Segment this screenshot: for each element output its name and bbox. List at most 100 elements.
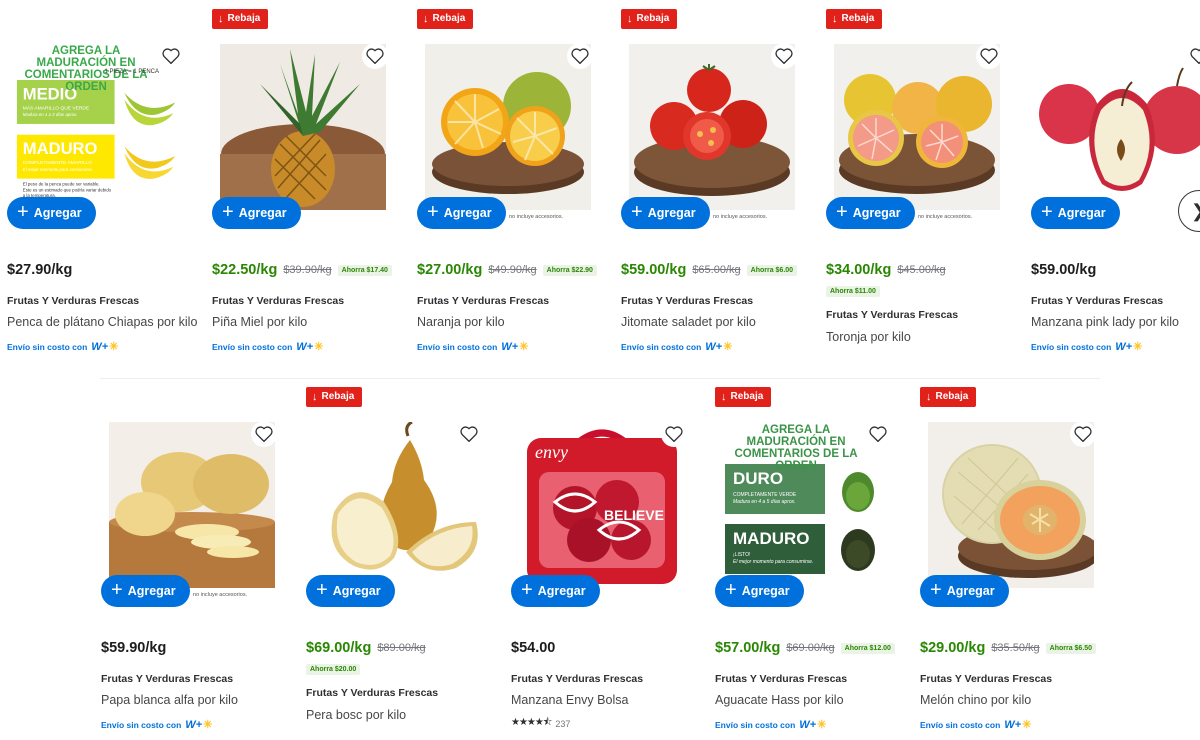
product-name[interactable]: Pera bosc por kilo: [306, 708, 406, 722]
original-price: $65.00/kg: [692, 264, 741, 276]
wp-text: W+: [799, 718, 817, 731]
add-to-cart-button[interactable]: + Agregar: [621, 197, 710, 229]
arrow-down-icon: ↓: [218, 13, 224, 25]
original-price: $45.00/kg: [897, 264, 946, 276]
product-image[interactable]: [220, 44, 386, 210]
product-image[interactable]: [1039, 44, 1200, 210]
add-to-cart-button[interactable]: + Agregar: [826, 197, 915, 229]
product-image[interactable]: [629, 44, 795, 210]
brand-logo: envy: [535, 442, 568, 462]
favorite-heart-icon[interactable]: [976, 43, 1002, 69]
add-to-cart-button[interactable]: + Agregar: [511, 575, 600, 607]
spark-icon: ✳: [203, 719, 213, 731]
product-price: $59.00/kg: [1031, 262, 1097, 278]
add-to-cart-button[interactable]: + Agregar: [306, 575, 395, 607]
product-category: Frutas Y Verduras Frescas: [715, 673, 848, 685]
add-to-cart-button[interactable]: + Agregar: [920, 575, 1009, 607]
product-image[interactable]: [834, 44, 1000, 210]
product-image[interactable]: [109, 422, 275, 588]
product-category: Frutas Y Verduras Frescas: [417, 295, 550, 307]
favorite-heart-icon[interactable]: [661, 421, 687, 447]
plus-icon: +: [521, 579, 533, 601]
arrow-down-icon: ↓: [832, 13, 838, 25]
wp-text: W+: [1115, 340, 1133, 353]
plus-icon: +: [222, 201, 234, 223]
promo-level1: DURO: [733, 469, 784, 488]
add-label: Agregar: [741, 584, 790, 598]
accessories-note: no incluye accesorios.: [918, 214, 973, 220]
shipping-info: Envío sin costo con W+ ✳: [212, 340, 323, 354]
plus-icon: +: [427, 201, 439, 223]
accessories-note: no incluye accesorios.: [509, 214, 564, 220]
product-name[interactable]: Jitomate saladet por kilo: [621, 315, 756, 329]
plus-icon: +: [631, 201, 643, 223]
add-to-cart-button[interactable]: + Agregar: [7, 197, 96, 229]
product-name[interactable]: Melón chino por kilo: [920, 693, 1031, 707]
add-label: Agregar: [127, 584, 176, 598]
add-to-cart-button[interactable]: + Agregar: [101, 575, 190, 607]
favorite-heart-icon[interactable]: [362, 43, 388, 69]
add-to-cart-button[interactable]: + Agregar: [715, 575, 804, 607]
add-label: Agregar: [443, 206, 492, 220]
product-name[interactable]: Naranja por kilo: [417, 315, 505, 329]
product-card: BELIEVE envy + Agregar $54.00 Frutas Y Ve…: [511, 387, 701, 737]
add-label: Agregar: [1057, 206, 1106, 220]
favorite-heart-icon[interactable]: [456, 421, 482, 447]
add-to-cart-button[interactable]: + Agregar: [417, 197, 506, 229]
product-image[interactable]: BELIEVE envy: [519, 422, 685, 588]
product-card: ↓ Rebaja + Agregar no incluye accesorios. …: [621, 9, 811, 353]
product-price: $57.00/kg: [715, 640, 781, 656]
product-price: $59.90/kg: [101, 640, 167, 656]
product-category: Frutas Y Verduras Frescas: [212, 295, 345, 307]
favorite-heart-icon[interactable]: [251, 421, 277, 447]
favorite-heart-icon[interactable]: [158, 43, 184, 69]
favorite-heart-icon[interactable]: [865, 421, 891, 447]
product-image[interactable]: [314, 422, 480, 588]
add-label: Agregar: [537, 584, 586, 598]
svg-text:MÁS AMARILLO QUE VERDE: MÁS AMARILLO QUE VERDE: [23, 104, 90, 111]
star-icon: ★★★★⯪: [511, 717, 552, 728]
product-image[interactable]: [928, 422, 1094, 588]
plus-icon: +: [836, 201, 848, 223]
add-to-cart-button[interactable]: + Agregar: [212, 197, 301, 229]
product-image[interactable]: AGREGA LA MADURACIÓN EN COMENTARIOS DE L…: [715, 422, 895, 588]
savings-badge: Ahorra $22.90: [542, 264, 597, 276]
sale-badge: ↓ Rebaja: [212, 9, 269, 29]
product-card: ↓ Rebaja AGREGA LA MADURACIÓN EN COMENTAR…: [715, 387, 905, 737]
svg-text:El mejor momento para consumir: El mejor momento para consumirse.: [23, 167, 93, 172]
spark-icon: ✳: [723, 341, 733, 353]
favorite-heart-icon[interactable]: [771, 43, 797, 69]
accessories-note: no incluye accesorios.: [713, 214, 768, 220]
product-name[interactable]: Manzana Envy Bolsa: [511, 693, 628, 707]
walmart-pass-logo: W+ ✳: [799, 718, 826, 732]
product-image[interactable]: [425, 44, 591, 210]
walmart-pass-logo: W+ ✳: [1004, 718, 1031, 732]
favorite-heart-icon[interactable]: [1070, 421, 1096, 447]
shipping-info: Envío sin costo con W+ ✳: [715, 718, 826, 732]
favorite-heart-icon[interactable]: [567, 43, 593, 69]
product-price: $27.00/kg: [417, 262, 483, 278]
product-category: Frutas Y Verduras Frescas: [621, 295, 754, 307]
wp-text: W+: [1004, 718, 1022, 731]
product-name[interactable]: Piña Miel por kilo: [212, 315, 307, 329]
shipping-info: Envío sin costo con W+ ✳: [417, 340, 529, 354]
product-category: Frutas Y Verduras Frescas: [306, 687, 439, 699]
product-name[interactable]: Penca de plátano Chiapas por kilo: [7, 315, 197, 329]
add-label: Agregar: [852, 206, 901, 220]
sale-badge-label: Rebaja: [636, 13, 670, 24]
product-rating[interactable]: ★★★★⯪ 237: [511, 715, 570, 732]
sale-badge-label: Rebaja: [935, 391, 969, 402]
product-name[interactable]: Papa blanca alfa por kilo: [101, 693, 238, 707]
shipping-info: Envío sin costo con W+ ✳: [621, 340, 733, 354]
spark-icon: ✳: [519, 341, 529, 353]
product-name[interactable]: Manzana pink lady por kilo: [1031, 315, 1179, 329]
product-price: $22.50/kg: [212, 262, 278, 278]
walmart-pass-logo: W+ ✳: [185, 718, 213, 732]
add-label: Agregar: [238, 206, 287, 220]
product-name[interactable]: Aguacate Hass por kilo: [715, 693, 844, 707]
rating-count: 237: [555, 718, 571, 729]
walmart-pass-logo: W+ ✳: [705, 340, 733, 354]
arrow-down-icon: ↓: [312, 391, 318, 403]
product-name[interactable]: Toronja por kilo: [826, 330, 911, 344]
add-to-cart-button[interactable]: + Agregar: [1031, 197, 1120, 229]
